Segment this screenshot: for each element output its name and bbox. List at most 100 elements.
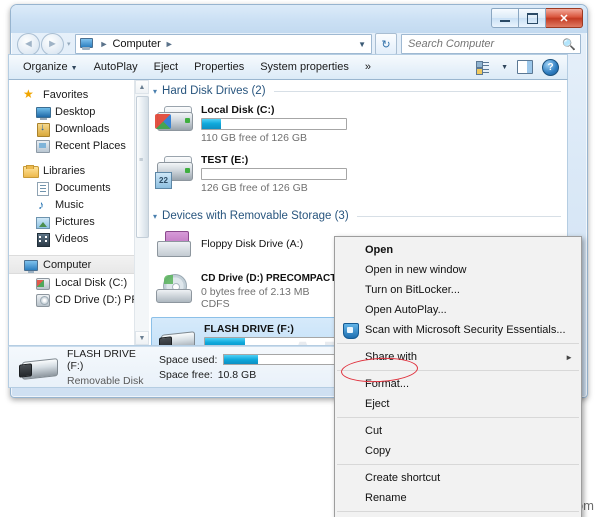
menu-item-copy[interactable]: Copy xyxy=(335,441,581,461)
shield-icon xyxy=(343,323,359,339)
drive-usage-test-e: 126 GB free of 126 GB xyxy=(201,182,308,194)
toolbar-properties[interactable]: Properties xyxy=(186,58,252,76)
drive-item-test-e[interactable]: 22 TEST (E:) 126 GB free of 126 GB xyxy=(149,149,361,199)
sidebar-group-libraries[interactable]: Libraries xyxy=(9,162,149,179)
breadcrumb-separator-icon-2[interactable]: ► xyxy=(165,39,174,49)
preview-pane-icon[interactable] xyxy=(517,60,533,74)
sidebar-item-desktop[interactable]: Desktop xyxy=(9,103,149,120)
toolbar-system-properties[interactable]: System properties xyxy=(252,58,357,76)
view-options-caret-icon[interactable]: ▼ xyxy=(501,64,508,71)
sidebar-item-videos[interactable]: Videos xyxy=(9,230,149,247)
menu-separator-2 xyxy=(337,370,579,371)
details-space-free-label: Space free: xyxy=(159,368,213,381)
menu-item-share-with[interactable]: Share with ► xyxy=(335,347,581,367)
drive-item-flash-drive-f[interactable]: FLASH DRIVE (F:) 10.8 GB free of 15.0 GB xyxy=(151,317,363,345)
group-header-removable-storage[interactable]: ▾ Devices with Removable Storage (3) xyxy=(149,205,567,224)
search-box[interactable]: 🔍 xyxy=(401,34,581,54)
breadcrumb-computer[interactable]: Computer xyxy=(112,38,160,50)
sidebar-item-recent-places-label: Recent Places xyxy=(55,139,126,152)
menu-item-open[interactable]: Open xyxy=(335,240,581,260)
details-space-used-row: Space used: xyxy=(159,353,346,366)
menu-item-scan-with-security-essentials[interactable]: Scan with Microsoft Security Essentials.… xyxy=(335,320,581,340)
sidebar-item-pictures[interactable]: Pictures xyxy=(9,213,149,230)
drive-item-floppy-a[interactable]: Floppy Disk Drive (A:) xyxy=(149,224,361,268)
sidebar-item-cd-drive-d[interactable]: CD Drive (D:) PRE xyxy=(9,291,149,308)
navigation-pane: ★ Favorites Desktop Downloads Recent Pla… xyxy=(9,80,149,345)
menu-item-rename[interactable]: Rename xyxy=(335,488,581,508)
sidebar-item-documents[interactable]: Documents xyxy=(9,179,149,196)
drive-name-local-disk-c: Local Disk (C:) xyxy=(201,104,275,116)
details-title: FLASH DRIVE (F:) xyxy=(67,347,136,372)
group-rule-2 xyxy=(356,215,561,217)
toolbar-eject[interactable]: Eject xyxy=(146,58,186,76)
usb-flash-drive-icon xyxy=(158,323,198,345)
capacity-bar-test-e xyxy=(201,168,347,180)
context-menu: Open Open in new window Turn on BitLocke… xyxy=(334,236,582,517)
address-dropdown-caret-icon[interactable]: ▼ xyxy=(358,40,368,49)
sidebar-group-favorites[interactable]: ★ Favorites xyxy=(9,86,149,103)
group-header-hard-disk-drives[interactable]: ▾ Hard Disk Drives (2) xyxy=(149,80,567,99)
sidebar-item-cd-drive-d-label: CD Drive (D:) PRE xyxy=(55,293,147,306)
sidebar-item-local-disk-c-label: Local Disk (C:) xyxy=(55,276,128,289)
close-button[interactable]: ✕ xyxy=(546,8,583,28)
toolbar-overflow-button[interactable]: » xyxy=(357,58,379,76)
menu-item-turn-on-bitlocker[interactable]: Turn on BitLocker... xyxy=(335,280,581,300)
details-space-free-value: 10.8 GB xyxy=(217,368,257,381)
computer-icon xyxy=(79,38,93,50)
window-controls: ✕ xyxy=(491,8,583,28)
menu-item-eject[interactable]: Eject xyxy=(335,394,581,414)
libraries-icon xyxy=(23,164,39,178)
details-space-used-bar xyxy=(223,354,346,365)
pictures-icon xyxy=(35,215,50,229)
breadcrumb-separator-icon: ► xyxy=(99,39,109,49)
drive-item-local-disk-c[interactable]: Local Disk (C:) 110 GB free of 126 GB xyxy=(149,99,361,149)
music-note-icon: ♪ xyxy=(38,197,44,212)
back-button[interactable]: ◄ xyxy=(17,32,40,56)
recent-locations-caret-icon[interactable]: ▾ xyxy=(67,40,71,48)
sidebar-item-downloads[interactable]: Downloads xyxy=(9,120,149,137)
command-toolbar: Organize ▼ AutoPlay Eject Properties Syst… xyxy=(8,54,568,80)
computer-icon-sidebar xyxy=(23,258,38,273)
help-icon[interactable]: ? xyxy=(542,58,559,76)
scroll-down-arrow-icon[interactable]: ▼ xyxy=(135,331,149,345)
menu-item-open-in-new-window[interactable]: Open in new window xyxy=(335,260,581,280)
screenshot-root: ✕ ◄ ► ▾ ► Computer ► ▼ ↻ 🔍 xyxy=(0,0,600,517)
toolbar-autoplay[interactable]: AutoPlay xyxy=(86,58,146,76)
menu-item-cut[interactable]: Cut xyxy=(335,421,581,441)
sidebar-item-documents-label: Documents xyxy=(55,181,111,194)
view-options-icon[interactable] xyxy=(476,61,490,75)
toolbar-organize[interactable]: Organize ▼ xyxy=(15,58,86,76)
menu-separator-1 xyxy=(337,343,579,344)
navigation-scrollbar[interactable]: ▲ ▼ xyxy=(134,80,149,345)
toolbar-organize-label: Organize xyxy=(23,61,68,73)
toolbar-right-group: ▼ ? xyxy=(476,58,561,76)
minimize-button[interactable] xyxy=(491,8,519,28)
desktop-icon xyxy=(35,105,51,120)
scroll-up-arrow-icon[interactable]: ▲ xyxy=(135,80,149,94)
sidebar-item-recent-places[interactable]: Recent Places xyxy=(9,137,149,154)
menu-item-create-shortcut[interactable]: Create shortcut xyxy=(335,468,581,488)
address-bar[interactable]: ► Computer ► ▼ xyxy=(74,34,372,54)
collapse-triangle-icon-2[interactable]: ▾ xyxy=(153,212,157,221)
menu-item-format[interactable]: Format... xyxy=(335,374,581,394)
capacity-bar-flash-drive-f xyxy=(204,337,350,345)
details-space-used-label: Space used: xyxy=(159,353,218,366)
hard-disk-drive-list: Local Disk (C:) 110 GB free of 126 GB 22 xyxy=(149,99,567,199)
cd-drive-icon xyxy=(155,273,195,307)
scrollbar-thumb[interactable] xyxy=(136,96,149,238)
collapse-triangle-icon[interactable]: ▾ xyxy=(153,87,157,96)
submenu-arrow-icon: ► xyxy=(565,352,573,362)
sidebar-item-local-disk-c[interactable]: Local Disk (C:) xyxy=(9,274,149,291)
search-input[interactable] xyxy=(406,37,563,51)
menu-item-open-autoplay[interactable]: Open AutoPlay... xyxy=(335,300,581,320)
menu-separator-3 xyxy=(337,417,579,418)
maximize-button[interactable] xyxy=(519,8,546,28)
forward-button[interactable]: ► xyxy=(41,32,64,56)
drive-item-cd-drive-d[interactable]: CD Drive (D:) PRECOMPACT 0 bytes free of… xyxy=(149,268,361,315)
sidebar-item-music[interactable]: ♪ Music xyxy=(9,196,149,213)
refresh-button[interactable]: ↻ xyxy=(375,33,397,55)
sidebar-item-computer[interactable]: Computer xyxy=(9,255,149,274)
recent-places-icon xyxy=(35,139,50,153)
